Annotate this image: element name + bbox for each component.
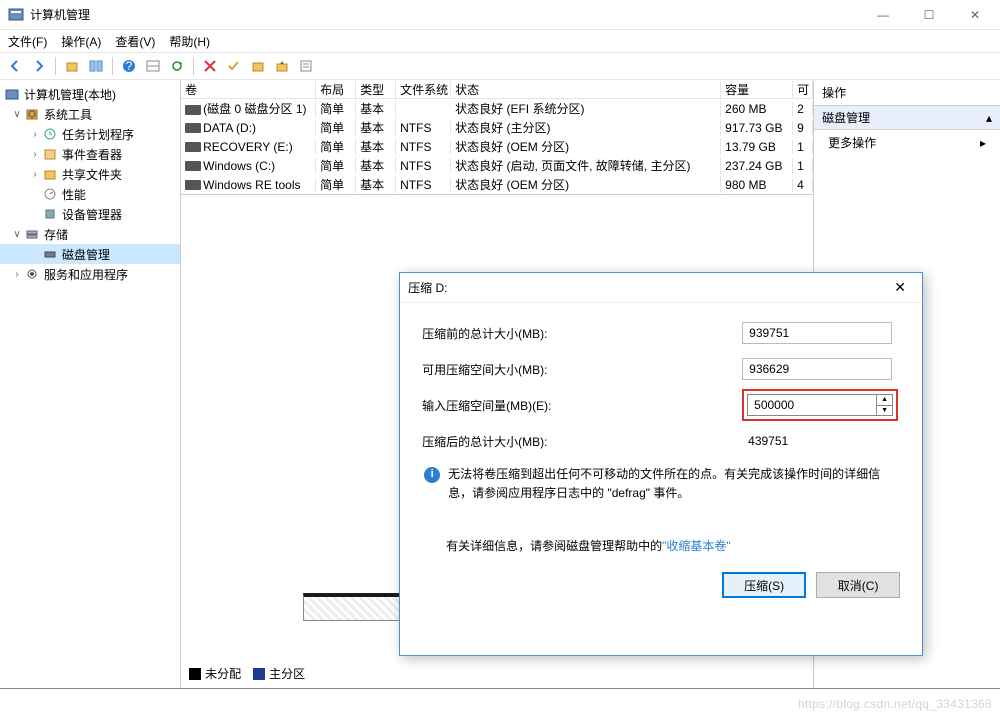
dialog-close-button[interactable]: ✕ [886, 277, 914, 299]
back-button[interactable] [4, 55, 26, 77]
col-fs[interactable]: 文件系统 [396, 81, 451, 98]
shrink-button[interactable]: 压缩(S) [722, 572, 806, 598]
col-capacity[interactable]: 容量 [721, 81, 793, 98]
volume-row[interactable]: Windows (C:)简单基本NTFS状态良好 (启动, 页面文件, 故障转储… [181, 156, 813, 175]
shrink-dialog: 压缩 D: ✕ 压缩前的总计大小(MB): 939751 可用压缩空间大小(MB… [399, 272, 923, 656]
menu-view[interactable]: 查看(V) [115, 33, 155, 50]
tree-performance[interactable]: 性能 [0, 184, 180, 204]
total-size-value: 939751 [742, 322, 892, 344]
help-icon[interactable]: ? [118, 55, 140, 77]
app-icon [8, 7, 24, 23]
tree-scheduler[interactable]: ›任务计划程序 [0, 124, 180, 144]
nav-tree: 计算机管理(本地) ∨系统工具 ›任务计划程序 ›事件查看器 ›共享文件夹 性能… [0, 80, 181, 688]
window-titlebar: 计算机管理 — ☐ ✕ [0, 0, 1000, 30]
chevron-right-icon: ▸ [980, 136, 986, 150]
volume-row[interactable]: DATA (D:)简单基本NTFS状态良好 (主分区)917.73 GB9 [181, 118, 813, 137]
shrink-amount-input[interactable] [747, 394, 877, 416]
menu-help[interactable]: 帮助(H) [169, 33, 210, 50]
menu-file[interactable]: 文件(F) [8, 33, 47, 50]
folder-up-icon[interactable] [271, 55, 293, 77]
grid-icon[interactable] [142, 55, 164, 77]
up-button[interactable] [61, 55, 83, 77]
window-title: 计算机管理 [30, 6, 860, 23]
info-icon: i [424, 467, 440, 483]
tree-sharedfolders[interactable]: ›共享文件夹 [0, 164, 180, 184]
collapse-icon: ▴ [986, 111, 992, 125]
watermark: https://blog.csdn.net/qq_33431368 [798, 697, 992, 711]
folder-icon[interactable] [247, 55, 269, 77]
legend: 未分配 主分区 [189, 665, 305, 682]
avail-shrink-label: 可用压缩空间大小(MB): [422, 361, 742, 378]
delete-icon[interactable] [199, 55, 221, 77]
col-type[interactable]: 类型 [356, 81, 396, 98]
menubar: 文件(F) 操作(A) 查看(V) 帮助(H) [0, 30, 1000, 52]
info-text-2a: 有关详细信息，请参阅磁盘管理帮助中的 [446, 539, 662, 553]
volume-row[interactable]: RECOVERY (E:)简单基本NTFS状态良好 (OEM 分区)13.79 … [181, 137, 813, 156]
volume-row[interactable]: Windows RE tools简单基本NTFS状态良好 (OEM 分区)980… [181, 175, 813, 194]
help-link[interactable]: "收缩基本卷" [662, 539, 731, 553]
volume-row[interactable]: (磁盘 0 磁盘分区 1)简单基本状态良好 (EFI 系统分区)260 MB2 [181, 99, 813, 118]
legend-unalloc: 未分配 [205, 665, 241, 682]
spin-buttons[interactable]: ▲▼ [877, 394, 893, 416]
actions-header: 操作 [814, 80, 1000, 106]
col-layout[interactable]: 布局 [316, 81, 356, 98]
maximize-button[interactable]: ☐ [906, 0, 952, 30]
col-free[interactable]: 可 [793, 81, 813, 98]
input-shrink-label: 输入压缩空间量(MB)(E): [422, 397, 742, 414]
after-size-label: 压缩后的总计大小(MB): [422, 433, 742, 450]
minimize-button[interactable]: — [860, 0, 906, 30]
tree-storage[interactable]: ∨存储 [0, 224, 180, 244]
forward-button[interactable] [28, 55, 50, 77]
tree-root[interactable]: 计算机管理(本地) [0, 84, 180, 104]
check-icon[interactable] [223, 55, 245, 77]
close-button[interactable]: ✕ [952, 0, 998, 30]
menu-action[interactable]: 操作(A) [61, 33, 101, 50]
refresh-icon[interactable] [166, 55, 188, 77]
volume-header: 卷 布局 类型 文件系统 状态 容量 可 [181, 80, 813, 99]
total-size-label: 压缩前的总计大小(MB): [422, 325, 742, 342]
col-status[interactable]: 状态 [451, 81, 721, 98]
col-volume[interactable]: 卷 [181, 81, 316, 98]
toolbar: ? [0, 52, 1000, 80]
show-hide-icon[interactable] [85, 55, 107, 77]
after-size-value: 439751 [742, 430, 892, 452]
dialog-title: 压缩 D: [408, 279, 447, 296]
actions-more[interactable]: 更多操作▸ [814, 130, 1000, 155]
svg-text:?: ? [126, 59, 133, 73]
tree-devicemgr[interactable]: 设备管理器 [0, 204, 180, 224]
cancel-button[interactable]: 取消(C) [816, 572, 900, 598]
legend-primary: 主分区 [269, 665, 305, 682]
volume-list: 卷 布局 类型 文件系统 状态 容量 可 (磁盘 0 磁盘分区 1)简单基本状态… [181, 80, 813, 195]
avail-shrink-value: 936629 [742, 358, 892, 380]
tree-diskmgmt[interactable]: 磁盘管理 [0, 244, 180, 264]
tree-systools[interactable]: ∨系统工具 [0, 104, 180, 124]
info-text-1: 无法将卷压缩到超出任何不可移动的文件所在的点。有关完成该操作时间的详细信息，请参… [448, 465, 898, 503]
actions-section[interactable]: 磁盘管理▴ [814, 106, 1000, 130]
properties-icon[interactable] [295, 55, 317, 77]
tree-services[interactable]: ›服务和应用程序 [0, 264, 180, 284]
tree-eventviewer[interactable]: ›事件查看器 [0, 144, 180, 164]
